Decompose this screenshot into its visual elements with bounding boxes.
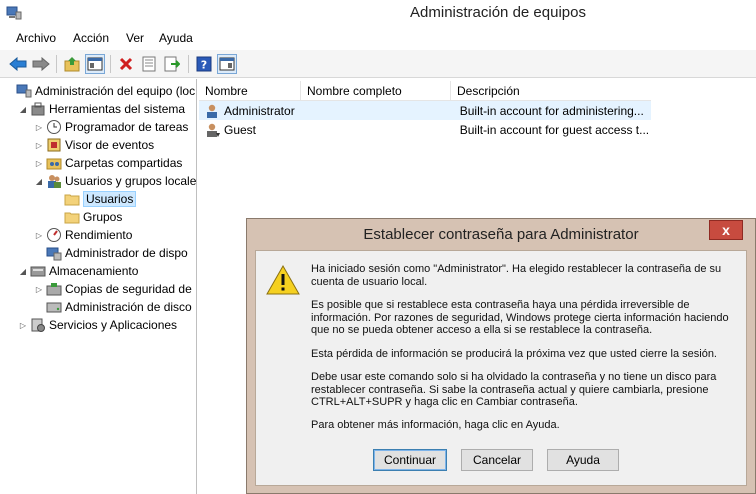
- dialog-paragraph-4: Debe usar este comando solo si ha olvida…: [311, 371, 717, 408]
- tree-label: Grupos: [83, 210, 123, 224]
- forward-arrow-icon[interactable]: [31, 54, 51, 74]
- close-icon: x: [722, 222, 730, 238]
- set-password-dialog: Establecer contraseña para Administrator…: [246, 218, 756, 494]
- continue-button[interactable]: Continuar: [373, 449, 447, 471]
- dialog-body: Ha iniciado sesión como "Administrator".…: [255, 250, 747, 486]
- window-title: Administración de equipos: [410, 4, 586, 21]
- dialog-paragraph-3: Esta pérdida de información se producirá…: [311, 348, 717, 360]
- expanded-arrow-icon[interactable]: ◢: [18, 105, 28, 114]
- tree-item-system-tools[interactable]: ◢ Herramientas del sistema: [18, 100, 185, 118]
- menu-ayuda[interactable]: Ayuda: [159, 31, 193, 45]
- navigation-tree: Administración del equipo (loc ◢ Herrami…: [0, 79, 197, 494]
- disk-icon: [46, 302, 62, 313]
- tree-item-users[interactable]: Usuarios: [52, 190, 137, 208]
- collapsed-arrow-icon[interactable]: ▷: [34, 141, 44, 150]
- tree-item-event-viewer[interactable]: ▷ Visor de eventos: [34, 136, 154, 154]
- tree-item-shared-folders[interactable]: ▷ Carpetas compartidas: [34, 154, 182, 172]
- tree-item-computer-management[interactable]: Administración del equipo (loc: [4, 82, 195, 100]
- toolbar-separator: [188, 55, 189, 73]
- tree-item-backup[interactable]: ▷ Copias de seguridad de: [34, 280, 192, 298]
- up-folder-icon[interactable]: [62, 54, 82, 74]
- tree-label: Herramientas del sistema: [49, 102, 186, 116]
- collapsed-arrow-icon[interactable]: ▷: [34, 231, 44, 240]
- svg-text:?: ?: [201, 59, 207, 72]
- tree-label: Programador de tareas: [65, 120, 189, 134]
- tree-label: Administración de disco: [65, 300, 192, 314]
- collapsed-arrow-icon[interactable]: ▷: [34, 159, 44, 168]
- cancel-button[interactable]: Cancelar: [461, 449, 533, 471]
- menu-accion[interactable]: Acción: [73, 31, 109, 45]
- guest-user-icon: [207, 123, 220, 137]
- services-icon: [31, 318, 45, 332]
- title-bar: Administración de equipos: [0, 0, 756, 27]
- list-header: Nombre Nombre completo Descripción: [199, 81, 651, 101]
- expanded-arrow-icon[interactable]: ◢: [18, 267, 28, 276]
- tree-item-task-scheduler[interactable]: ▷ Programador de tareas: [34, 118, 188, 136]
- list-row-guest[interactable]: Guest Built-in account for guest access …: [199, 120, 651, 139]
- toolbar-separator: [110, 55, 111, 73]
- folder-icon: [64, 212, 80, 224]
- menu-bar: Archivo Acción Ver Ayuda: [0, 28, 756, 48]
- tree-label: Administración del equipo (loc: [35, 84, 196, 98]
- tree-item-storage[interactable]: ◢ Almacenamiento: [18, 262, 138, 280]
- device-manager-icon: [46, 247, 62, 261]
- cell-description: Built-in account for administering...: [459, 103, 644, 118]
- tools-icon: [31, 102, 45, 116]
- tree-label: Rendimiento: [65, 228, 133, 242]
- back-arrow-icon[interactable]: [8, 54, 28, 74]
- list-row-administrator[interactable]: Administrator Built-in account for admin…: [199, 101, 651, 120]
- computer-management-icon: [16, 84, 32, 98]
- folder-icon: [64, 194, 80, 206]
- cell-name: Guest: [224, 122, 257, 137]
- cell-description: Built-in account for guest access t...: [459, 122, 650, 137]
- collapsed-arrow-icon[interactable]: ▷: [34, 123, 44, 132]
- dialog-title: Establecer contraseña para Administrator: [363, 226, 639, 243]
- tree-label: Copias de seguridad de: [65, 282, 192, 296]
- tree-label: Servicios y Aplicaciones: [49, 318, 178, 332]
- warning-icon: [266, 265, 300, 295]
- delete-icon[interactable]: [116, 54, 136, 74]
- action-pane-icon[interactable]: [217, 54, 237, 74]
- tree-label: Almacenamiento: [49, 264, 139, 278]
- show-hide-tree-icon[interactable]: [85, 54, 105, 74]
- tree-label: Usuarios: [83, 191, 137, 207]
- column-header-name[interactable]: Nombre: [199, 81, 301, 101]
- dialog-paragraph-5: Para obtener más información, haga clic …: [311, 419, 560, 431]
- toolbar-separator: [56, 55, 57, 73]
- export-icon[interactable]: [162, 54, 182, 74]
- performance-icon: [47, 228, 61, 242]
- shared-folder-icon: [46, 158, 62, 170]
- close-button[interactable]: x: [709, 220, 743, 240]
- help-icon[interactable]: ?: [194, 54, 214, 74]
- toolbar: ?: [0, 50, 756, 78]
- tree-label: Usuarios y grupos locale: [65, 174, 197, 188]
- event-viewer-icon: [47, 138, 61, 152]
- menu-archivo[interactable]: Archivo: [16, 31, 56, 45]
- tree-item-device-manager[interactable]: Administrador de dispo: [34, 244, 188, 262]
- user-icon: [207, 104, 217, 118]
- clock-icon: [47, 120, 61, 134]
- dialog-paragraph-2: Es posible que si restablece esta contra…: [311, 299, 729, 336]
- column-header-fullname[interactable]: Nombre completo: [301, 81, 451, 101]
- users-icon: [48, 175, 61, 188]
- tree-item-local-users-groups[interactable]: ◢ Usuarios y grupos locale: [34, 172, 196, 190]
- column-header-description[interactable]: Descripción: [451, 81, 651, 101]
- tree-label: Visor de eventos: [65, 138, 155, 152]
- tree-label: Carpetas compartidas: [65, 156, 183, 170]
- tree-item-performance[interactable]: ▷ Rendimiento: [34, 226, 132, 244]
- collapsed-arrow-icon[interactable]: ▷: [18, 321, 28, 330]
- tree-label: Administrador de dispo: [65, 246, 188, 260]
- help-button[interactable]: Ayuda: [547, 449, 619, 471]
- expanded-arrow-icon[interactable]: ◢: [34, 177, 44, 186]
- backup-icon: [46, 283, 62, 296]
- menu-ver[interactable]: Ver: [126, 31, 144, 45]
- properties-icon[interactable]: [139, 54, 159, 74]
- tree-item-disk-management[interactable]: Administración de disco: [34, 298, 192, 316]
- dialog-paragraph-1: Ha iniciado sesión como "Administrator".…: [311, 263, 722, 288]
- tree-item-services-applications[interactable]: ▷ Servicios y Aplicaciones: [18, 316, 177, 334]
- storage-icon: [30, 266, 46, 277]
- collapsed-arrow-icon[interactable]: ▷: [34, 285, 44, 294]
- cell-name: Administrator: [224, 103, 295, 118]
- tree-item-groups[interactable]: Grupos: [52, 208, 122, 226]
